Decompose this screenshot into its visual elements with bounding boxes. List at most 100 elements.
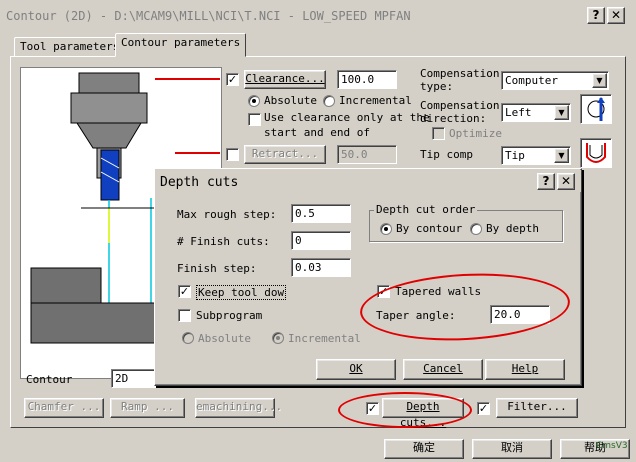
filter-checkbox[interactable]: ✓	[477, 402, 490, 415]
depth-cuts-checkbox[interactable]: ✓	[366, 402, 379, 415]
depth-dialog-close-button[interactable]: ✕	[557, 173, 575, 190]
tab-contour-parameters[interactable]: Contour parameters	[115, 33, 247, 57]
by-contour-radio[interactable]	[380, 223, 392, 235]
compensation-direction-label: Compensation	[420, 99, 500, 112]
absolute-radio[interactable]	[248, 95, 260, 107]
keep-tool-down-checkbox[interactable]: ✓	[178, 285, 191, 298]
depth-cuts-title: Depth cuts	[160, 175, 239, 190]
tapered-walls-checkbox[interactable]: ✓	[377, 285, 390, 298]
optimize-checkbox[interactable]	[432, 127, 445, 140]
depth-help-button[interactable]: Help	[485, 359, 565, 380]
clearance-checkbox[interactable]: ✓	[226, 73, 239, 86]
keep-tool-down-label: Keep tool dow	[196, 285, 287, 300]
finish-step-label: Finish step:	[177, 262, 257, 275]
depth-cuts-dialog	[154, 168, 582, 386]
chevron-down-icon[interactable]: ▼	[554, 148, 569, 163]
by-depth-radio[interactable]	[470, 223, 482, 235]
incremental-label: Incremental	[339, 94, 412, 107]
compensation-direction-preview	[580, 94, 612, 124]
remachining-label: emachining...	[196, 400, 283, 413]
compensation-type-label: Compensation	[420, 67, 500, 80]
tip-comp-select[interactable]: Tip ▼	[501, 146, 571, 165]
compensation-direction-value: Left	[505, 106, 532, 119]
use-clearance-label-2: start and end of	[264, 126, 370, 139]
tip-comp-value: Tip	[505, 149, 525, 162]
retract-checkbox[interactable]	[226, 148, 239, 161]
incremental-radio[interactable]	[323, 95, 335, 107]
tip-icon	[586, 143, 606, 163]
tip-comp-label: Tip comp	[420, 148, 473, 161]
depth-cuts-label: Depth cuts...	[399, 400, 447, 429]
compensation-direction-label-2: direction:	[420, 112, 487, 125]
ramp-button[interactable]: Ramp ...	[110, 398, 185, 418]
by-depth-label: By depth	[486, 222, 539, 235]
chevron-down-icon[interactable]: ▼	[554, 105, 569, 120]
subprogram-label: Subprogram	[196, 309, 263, 322]
clearance-input[interactable]: 100.0	[337, 70, 397, 89]
tapered-walls-label: Tapered walls	[395, 285, 482, 298]
watermark: CmsV3	[596, 441, 628, 451]
ok-button[interactable]: 确定	[384, 439, 464, 459]
taper-angle-label: Taper angle:	[376, 309, 456, 322]
chamfer-button[interactable]: Chamfer ...	[24, 398, 104, 418]
close-icon: ✕	[610, 8, 622, 22]
depth-order-label: Depth cut order	[374, 203, 478, 216]
tab-label: Contour parameters	[121, 36, 241, 49]
filter-label: Filter...	[507, 400, 567, 413]
ok-label: 确定	[413, 441, 435, 454]
close-button[interactable]: ✕	[607, 7, 625, 24]
by-contour-label: By contour	[396, 222, 463, 235]
chevron-down-icon[interactable]: ▼	[592, 73, 607, 88]
contour-label: Contour	[26, 373, 73, 386]
compensation-type-select[interactable]: Computer ▼	[501, 71, 609, 90]
taper-angle-input[interactable]: 20.0	[490, 305, 550, 324]
close-icon: ✕	[560, 174, 572, 188]
depth-dialog-help-button[interactable]: ?	[537, 173, 555, 190]
retract-button[interactable]: Retract...	[244, 145, 326, 164]
help-icon: ?	[592, 8, 600, 22]
depth-cancel-label: Cancel	[423, 362, 463, 375]
sub-absolute-radio[interactable]	[182, 332, 194, 344]
compensation-direction-select[interactable]: Left ▼	[501, 103, 571, 122]
sub-incremental-label: Incremental	[288, 332, 361, 345]
sub-incremental-radio[interactable]	[272, 332, 284, 344]
tip-comp-preview	[580, 138, 612, 168]
help-button[interactable]: ?	[587, 7, 605, 24]
depth-ok-button[interactable]: OK	[316, 359, 396, 380]
clearance-indicator-line	[155, 78, 220, 80]
filter-button[interactable]: Filter...	[496, 398, 578, 418]
finish-cuts-input[interactable]: 0	[291, 231, 351, 250]
retract-input[interactable]: 50.0	[337, 145, 397, 164]
depth-cuts-button[interactable]: Depth cuts...	[382, 398, 464, 429]
compensation-type-value: Computer	[505, 74, 558, 87]
use-clearance-label: Use clearance only at the	[264, 111, 430, 124]
cutter-left-icon	[587, 97, 605, 121]
remachining-button[interactable]: emachining...	[195, 398, 282, 418]
clearance-button-label: Clearance...	[245, 72, 325, 85]
subprogram-checkbox[interactable]	[178, 309, 191, 322]
depth-help-label: Help	[511, 362, 539, 375]
depth-ok-label: OK	[349, 362, 363, 375]
ramp-label: Ramp ...	[121, 400, 174, 413]
finish-cuts-label: # Finish cuts:	[177, 235, 270, 248]
title-bar[interactable]: Contour (2D) - D:\MCAM9\MILL\NCI\T.NCI -…	[0, 0, 636, 30]
chamfer-label: Chamfer ...	[27, 400, 101, 413]
max-rough-step-label: Max rough step:	[177, 208, 277, 221]
sub-absolute-label: Absolute	[198, 332, 251, 345]
depth-cancel-button[interactable]: Cancel	[403, 359, 483, 380]
cancel-button[interactable]: 取消	[472, 439, 552, 459]
clearance-button[interactable]: Clearance...	[244, 70, 326, 89]
cancel-label: 取消	[501, 441, 523, 454]
max-rough-step-input[interactable]: 0.5	[291, 204, 351, 223]
retract-button-label: Retract...	[251, 147, 319, 160]
window-title: Contour (2D) - D:\MCAM9\MILL\NCI\T.NCI -…	[6, 9, 411, 23]
retract-indicator-line	[175, 152, 220, 154]
depth-cuts-title-bar[interactable]: Depth cuts ? ✕	[156, 170, 581, 192]
tab-label: Tool parameters	[20, 40, 120, 53]
absolute-label: Absolute	[264, 94, 317, 107]
optimize-label: Optimize	[449, 127, 502, 140]
use-clearance-checkbox[interactable]	[248, 113, 261, 126]
finish-step-input[interactable]: 0.03	[291, 258, 351, 277]
tab-tool-parameters[interactable]: Tool parameters	[14, 37, 126, 57]
compensation-type-label-2: type:	[420, 80, 454, 93]
